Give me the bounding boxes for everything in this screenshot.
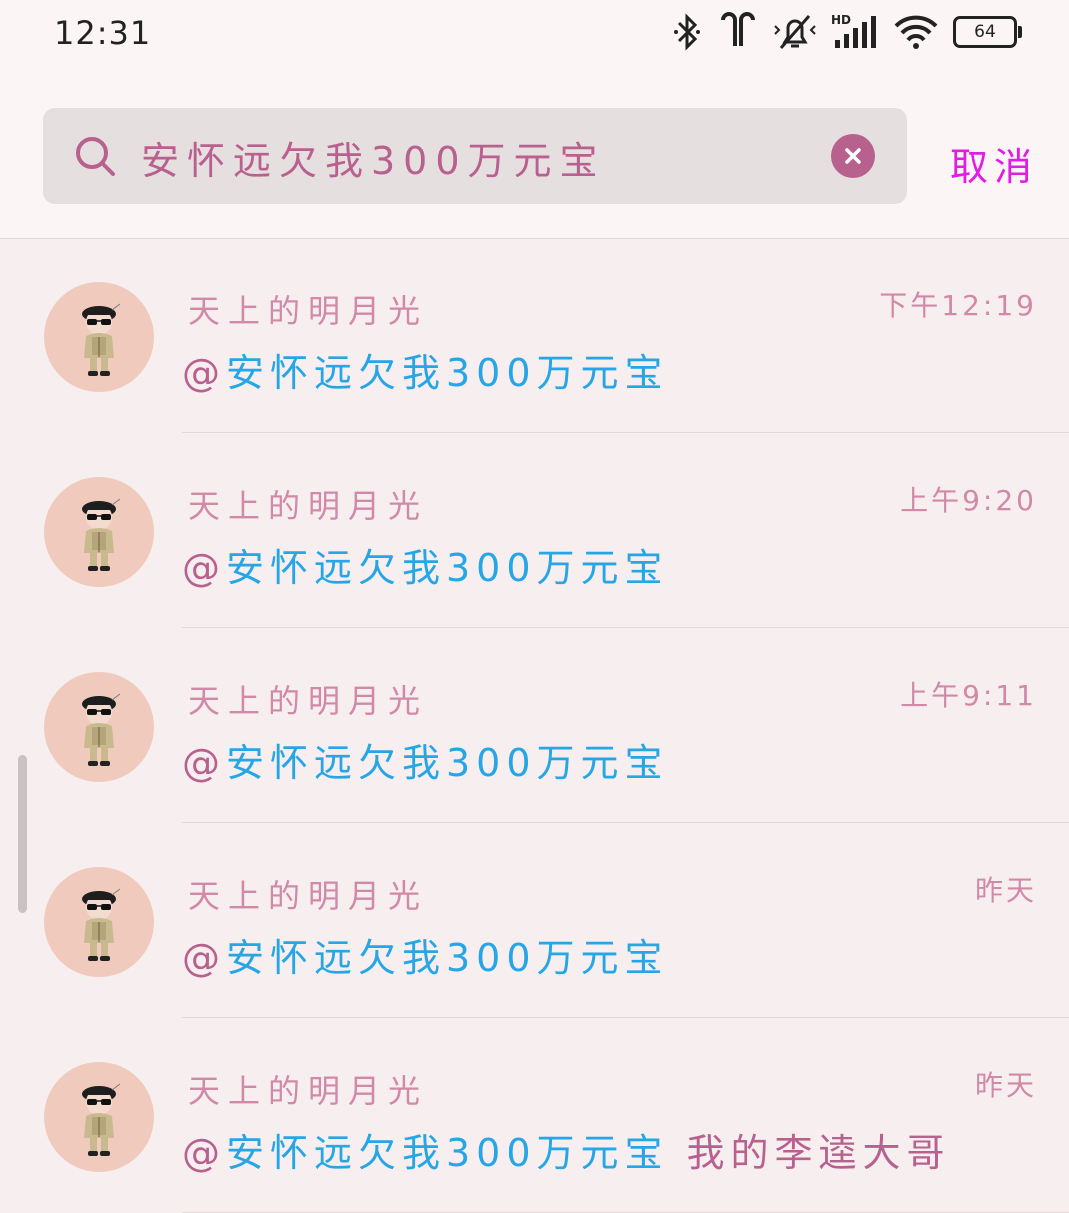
earbuds-icon [717, 12, 759, 52]
avatar[interactable] [44, 1062, 154, 1172]
status-bar: 12:31 HD 64 [0, 0, 1069, 70]
message-time: 昨天 [974, 1069, 1037, 1102]
message-time: 昨天 [974, 874, 1037, 907]
mention-text: 安怀远欠我300万元宝 [226, 1131, 669, 1175]
mute-icon [773, 12, 817, 52]
list-item[interactable]: 天上的明月光 上午9:11 @安怀远欠我300万元宝 [0, 628, 1069, 823]
sender-name: 天上的明月光 [188, 292, 429, 330]
message-preview: @安怀远欠我300万元宝 [182, 732, 669, 787]
message-time: 上午9:20 [900, 484, 1037, 517]
sender-name: 天上的明月光 [188, 1072, 429, 1110]
avatar[interactable] [44, 477, 154, 587]
message-preview: @安怀远欠我300万元宝 [182, 342, 669, 397]
cancel-button[interactable]: 取消 [950, 136, 1038, 191]
mention-text: 安怀远欠我300万元宝 [226, 741, 669, 785]
bluetooth-icon [671, 12, 703, 52]
search-results-list: 天上的明月光 下午12:19 @安怀远欠我300万元宝 天上的明月光 上午9:2… [0, 238, 1069, 1213]
search-icon [73, 134, 117, 182]
svg-text:HD: HD [831, 13, 851, 27]
wifi-icon [893, 12, 939, 52]
list-item[interactable]: 天上的明月光 昨天 @安怀远欠我300万元宝 我的李逵大哥 [0, 1018, 1069, 1213]
search-input[interactable] [139, 130, 823, 184]
at-symbol: @ [182, 546, 226, 590]
signal-hd-icon: HD [831, 12, 879, 52]
message-preview: @安怀远欠我300万元宝 [182, 537, 669, 592]
clear-search-button[interactable] [831, 134, 875, 178]
at-symbol: @ [182, 741, 226, 785]
message-time: 下午12:19 [879, 289, 1037, 322]
sender-name: 天上的明月光 [188, 877, 429, 915]
sender-name: 天上的明月光 [188, 487, 429, 525]
search-box[interactable] [43, 108, 907, 204]
list-item[interactable]: 天上的明月光 昨天 @安怀远欠我300万元宝 [0, 823, 1069, 1018]
at-symbol: @ [182, 1131, 226, 1175]
message-preview: @安怀远欠我300万元宝 [182, 927, 669, 982]
battery-icon: 64 [953, 12, 1022, 52]
avatar[interactable] [44, 282, 154, 392]
status-time: 12:31 [54, 14, 152, 52]
at-symbol: @ [182, 351, 226, 395]
avatar[interactable] [44, 672, 154, 782]
scrollbar[interactable] [18, 755, 27, 913]
mention-text: 安怀远欠我300万元宝 [226, 351, 669, 395]
mention-text: 安怀远欠我300万元宝 [226, 936, 669, 980]
list-item[interactable]: 天上的明月光 下午12:19 @安怀远欠我300万元宝 [0, 238, 1069, 433]
status-icons: HD 64 [671, 12, 1022, 52]
avatar[interactable] [44, 867, 154, 977]
at-symbol: @ [182, 936, 226, 980]
message-time: 上午9:11 [900, 679, 1037, 712]
message-extra-text: 我的李逵大哥 [686, 1131, 951, 1175]
close-icon [845, 148, 861, 164]
list-item[interactable]: 天上的明月光 上午9:20 @安怀远欠我300万元宝 [0, 433, 1069, 628]
message-preview: @安怀远欠我300万元宝 我的李逵大哥 [182, 1122, 951, 1177]
sender-name: 天上的明月光 [188, 682, 429, 720]
mention-text: 安怀远欠我300万元宝 [226, 546, 669, 590]
search-header: 取消 [0, 70, 1069, 239]
battery-level: 64 [953, 16, 1022, 48]
